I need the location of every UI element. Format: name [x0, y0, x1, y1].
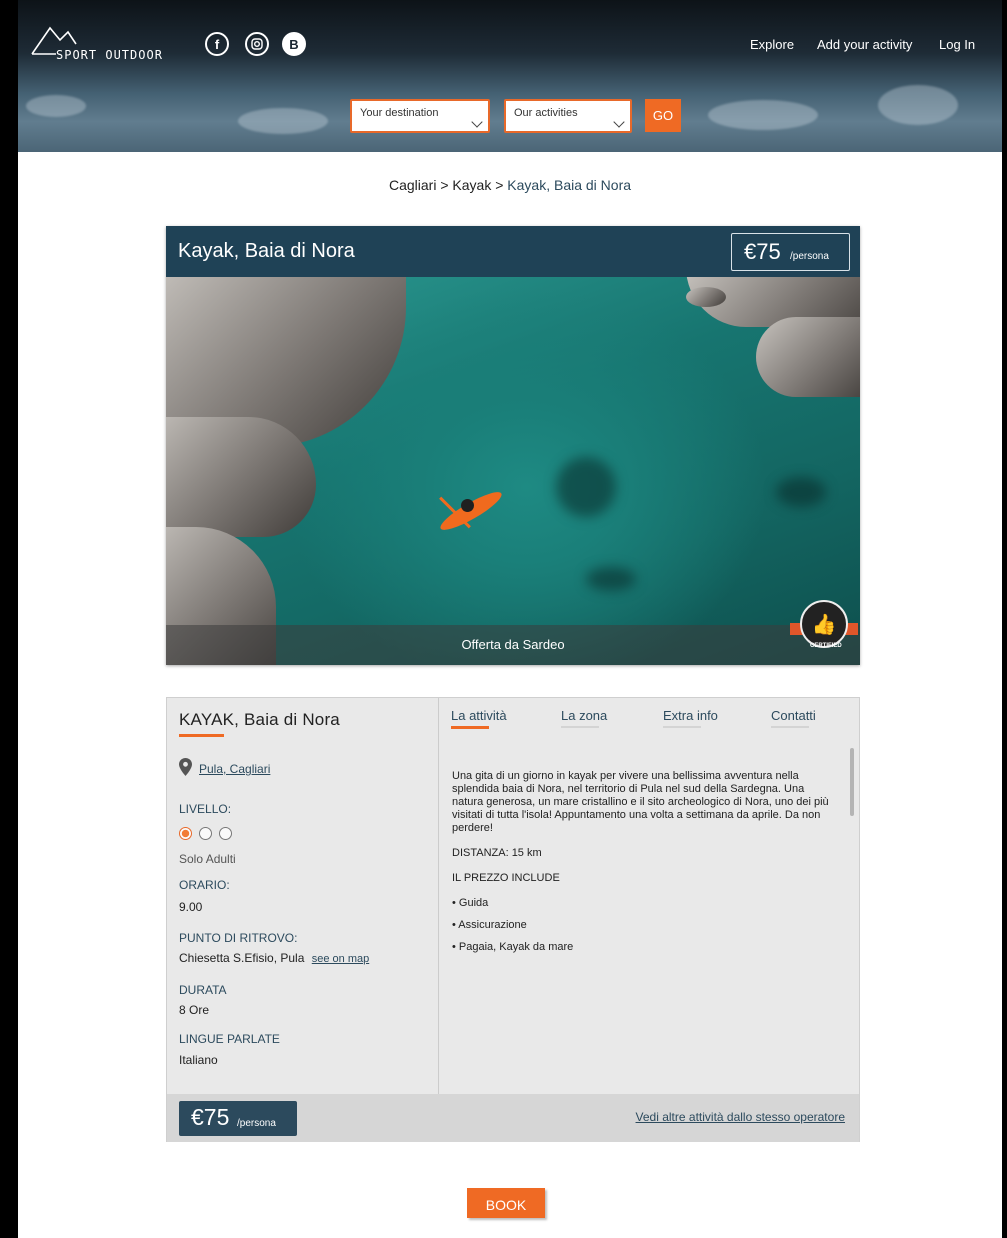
price-value: €75: [744, 239, 781, 264]
site-logo[interactable]: SPORT OUTDOOR: [30, 14, 180, 64]
footer-price-box: €75 /persona: [179, 1101, 297, 1136]
tab-indicator: [771, 726, 809, 728]
tab-indicator: [561, 726, 599, 728]
tab-attivita[interactable]: La attività: [451, 708, 507, 723]
price-box: €75 /persona: [731, 233, 850, 271]
content-scrollbar[interactable]: [850, 748, 854, 816]
activity-title: Kayak, Baia di Nora: [178, 240, 355, 262]
breadcrumb-separator: >: [440, 177, 449, 193]
detail-panel: KAYAK, Baia di Nora Pula, Cagliari LIVEL…: [166, 697, 860, 1142]
time-label: ORARIO:: [179, 878, 230, 892]
location-link[interactable]: Pula, Cagliari: [199, 762, 270, 776]
nav-add-activity[interactable]: Add your activity: [817, 37, 912, 52]
detail-footer: €75 /persona Vedi altre attività dallo s…: [167, 1094, 859, 1142]
breadcrumb-kayak[interactable]: Kayak: [452, 177, 491, 193]
footer-price-unit: /persona: [237, 1118, 276, 1129]
languages-value: Italiano: [179, 1053, 218, 1067]
destination-select[interactable]: Your destination: [350, 99, 490, 133]
breadcrumb-current: Kayak, Baia di Nora: [507, 177, 632, 193]
kayak: [436, 486, 506, 536]
price-unit: /persona: [790, 251, 829, 262]
logo-text: SPORT OUTDOOR: [56, 48, 163, 62]
tab-content: Una gita di un giorno in kayak per viver…: [452, 770, 832, 963]
activity-card: Kayak, Baia di Nora €75 /persona Offerta…: [166, 226, 860, 665]
destination-select-value: Your destination: [360, 107, 439, 119]
duration-label: DURATA: [179, 983, 227, 997]
kayaker: [461, 499, 474, 512]
tab-indicator: [663, 726, 701, 728]
blogger-icon[interactable]: B: [282, 32, 306, 56]
card-header: Kayak, Baia di Nora €75 /persona: [166, 226, 860, 277]
meeting-value: Chiesetta S.Efisio, Pula: [179, 951, 305, 965]
instagram-icon[interactable]: [245, 32, 269, 56]
includes-item: • Guida: [452, 897, 489, 909]
meeting-label: PUNTO DI RITROVO:: [179, 931, 298, 945]
tab-contatti[interactable]: Contatti: [771, 708, 816, 723]
detail-title: KAYAK, Baia di Nora: [179, 710, 340, 729]
level-dot-2: [199, 827, 212, 840]
book-button[interactable]: BOOK: [467, 1188, 545, 1218]
photo-caption: Offerta da Sardeo: [166, 625, 860, 665]
tab-active-indicator: [451, 726, 489, 729]
level-dot-1: [179, 827, 192, 840]
see-on-map-link[interactable]: see on map: [312, 953, 369, 965]
languages-label: LINGUE PARLATE: [179, 1032, 280, 1046]
more-activities-link[interactable]: Vedi altre attività dallo stesso operato…: [636, 1110, 845, 1124]
includes-item: • Pagaia, Kayak da mare: [452, 941, 574, 953]
footer-price-value: €75: [191, 1104, 230, 1130]
location-pin-icon: [179, 758, 192, 776]
page: SPORT OUTDOOR f B Explore Add your activ…: [18, 0, 1002, 1238]
breadcrumb: Cagliari > Kayak > Kayak, Baia di Nora: [18, 177, 1002, 193]
certified-badge-label: CERTIFIED: [810, 643, 842, 649]
title-underline: [179, 734, 224, 737]
breadcrumb-cagliari[interactable]: Cagliari: [389, 177, 436, 193]
activities-select[interactable]: Our activities: [504, 99, 632, 133]
time-value: 9.00: [179, 900, 203, 914]
tab-bar: La attività La zona Extra info Contatti: [439, 698, 861, 738]
level-dot-3: [219, 827, 232, 840]
activities-select-value: Our activities: [514, 107, 578, 119]
thumbs-up-icon: 👍: [800, 600, 848, 648]
level-label: LIVELLO:: [179, 802, 232, 816]
facebook-icon[interactable]: f: [205, 32, 229, 56]
includes-title: IL PREZZO INCLUDE: [452, 872, 560, 884]
includes-item: • Assicurazione: [452, 919, 527, 931]
chevron-down-icon: [471, 116, 483, 128]
distance: DISTANZA: 15 km: [452, 847, 542, 859]
meeting-value-row: Chiesetta S.Efisio, Pula see on map: [179, 951, 369, 965]
nav-explore[interactable]: Explore: [750, 37, 794, 52]
chevron-down-icon: [613, 116, 625, 128]
duration-value: 8 Ore: [179, 1003, 210, 1017]
audience-value: Solo Adulti: [179, 852, 236, 866]
tab-extra-info[interactable]: Extra info: [663, 708, 718, 723]
tab-zona[interactable]: La zona: [561, 708, 607, 723]
activity-photo: Offerta da Sardeo 👍 CERTIFIED: [166, 277, 860, 665]
detail-sidebar: KAYAK, Baia di Nora Pula, Cagliari LIVEL…: [167, 698, 439, 1094]
activity-description: Una gita di un giorno in kayak per viver…: [452, 770, 829, 834]
nav-login[interactable]: Log In: [939, 37, 975, 52]
site-header: SPORT OUTDOOR f B Explore Add your activ…: [18, 0, 1002, 152]
breadcrumb-separator: >: [495, 177, 504, 193]
go-button[interactable]: GO: [645, 99, 681, 132]
